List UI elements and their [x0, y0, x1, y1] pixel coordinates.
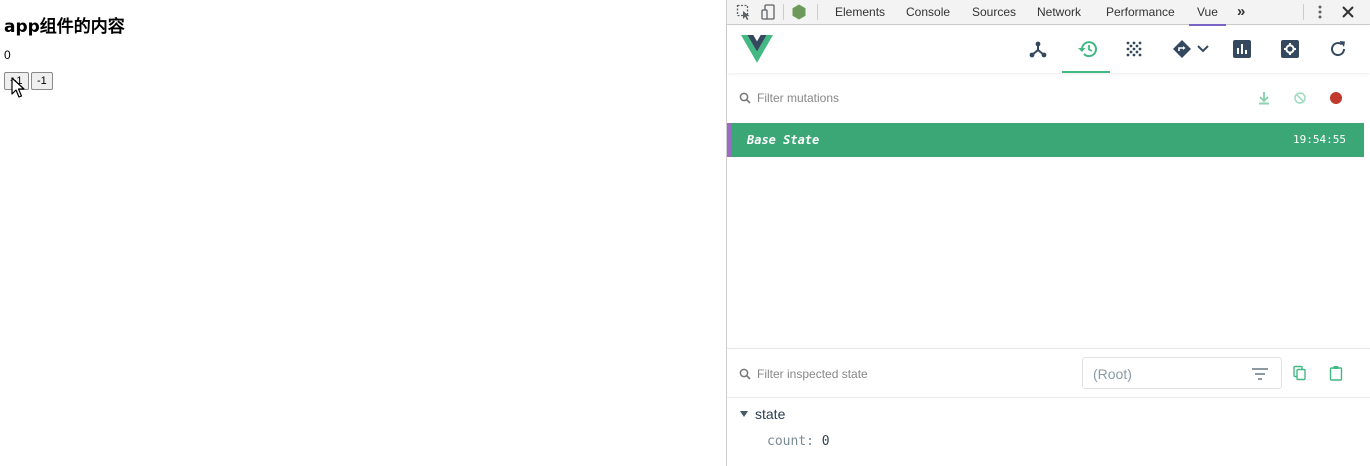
vue-logo-icon	[741, 35, 773, 63]
filter-list-icon	[1252, 368, 1268, 380]
search-icon	[739, 368, 751, 380]
components-icon	[1029, 41, 1047, 58]
settings-tab[interactable]	[1266, 26, 1314, 73]
performance-icon	[1233, 40, 1251, 58]
components-tab[interactable]	[1014, 26, 1062, 73]
mutation-list-item[interactable]: Base State 19:54:55	[727, 123, 1364, 157]
copy-icon[interactable]	[1292, 365, 1308, 381]
root-module-select[interactable]: (Root)	[1082, 357, 1282, 389]
root-select-value: (Root)	[1093, 366, 1132, 382]
state-property-key: count	[767, 434, 807, 449]
close-icon[interactable]	[1340, 4, 1356, 20]
app-heading: app组件的内容	[4, 17, 125, 37]
decrement-button[interactable]: -1	[31, 72, 53, 90]
pane-splitter[interactable]	[727, 348, 1370, 349]
more-tabs-icon[interactable]: »	[1237, 0, 1245, 25]
state-filter-bar: (Root)	[727, 350, 1370, 398]
mouse-cursor-icon	[11, 77, 25, 98]
tab-vue[interactable]: Vue	[1189, 0, 1226, 26]
vuex-history-icon	[1078, 41, 1097, 58]
app-page: app组件的内容 0 +1 -1	[0, 0, 726, 466]
events-icon	[1126, 41, 1142, 57]
paste-icon[interactable]	[1328, 365, 1344, 381]
kebab-menu-icon[interactable]	[1312, 4, 1328, 20]
toolbar-separator	[783, 4, 784, 20]
events-tab[interactable]	[1110, 26, 1158, 73]
toolbar-separator	[817, 4, 818, 20]
state-section-label[interactable]: state	[755, 406, 785, 422]
filter-state-input[interactable]	[757, 364, 1057, 384]
routing-icon	[1173, 40, 1209, 58]
settings-icon	[1281, 40, 1299, 58]
commit-all-icon[interactable]	[1256, 90, 1272, 106]
refresh-tab[interactable]	[1314, 26, 1362, 73]
record-icon[interactable]	[1328, 90, 1344, 106]
mutation-timestamp: 19:54:55	[1293, 133, 1346, 146]
state-property: count: 0	[767, 434, 830, 449]
vuex-tab[interactable]	[1062, 26, 1110, 73]
state-property-value[interactable]: 0	[822, 434, 830, 449]
devtools-tab-bar: Elements Console Sources Network Perform…	[727, 0, 1370, 26]
toolbar-separator	[1303, 4, 1304, 20]
nodejs-icon[interactable]	[791, 4, 807, 20]
inspect-element-icon[interactable]	[736, 4, 752, 20]
tab-console[interactable]: Console	[906, 0, 950, 25]
refresh-icon	[1331, 41, 1346, 57]
performance-tab[interactable]	[1218, 26, 1266, 73]
tab-performance[interactable]: Performance	[1106, 0, 1175, 25]
tab-sources[interactable]: Sources	[972, 0, 1016, 25]
search-icon	[739, 92, 751, 104]
tab-network[interactable]: Network	[1037, 0, 1081, 25]
mutation-name: Base State	[747, 133, 820, 147]
tab-elements[interactable]: Elements	[835, 0, 885, 25]
vue-devtools-toolbar	[727, 26, 1370, 73]
routing-tab[interactable]	[1158, 26, 1218, 73]
devtools-panel: Elements Console Sources Network Perform…	[727, 0, 1370, 466]
filter-mutations-input[interactable]	[757, 88, 1057, 108]
state-inspector: state count: 0	[727, 399, 1370, 466]
mutations-filter-bar	[727, 74, 1370, 122]
collapse-arrow-icon[interactable]	[740, 411, 748, 417]
count-display: 0	[4, 48, 11, 62]
device-toolbar-icon[interactable]	[761, 4, 777, 20]
revert-all-icon[interactable]	[1292, 90, 1308, 106]
